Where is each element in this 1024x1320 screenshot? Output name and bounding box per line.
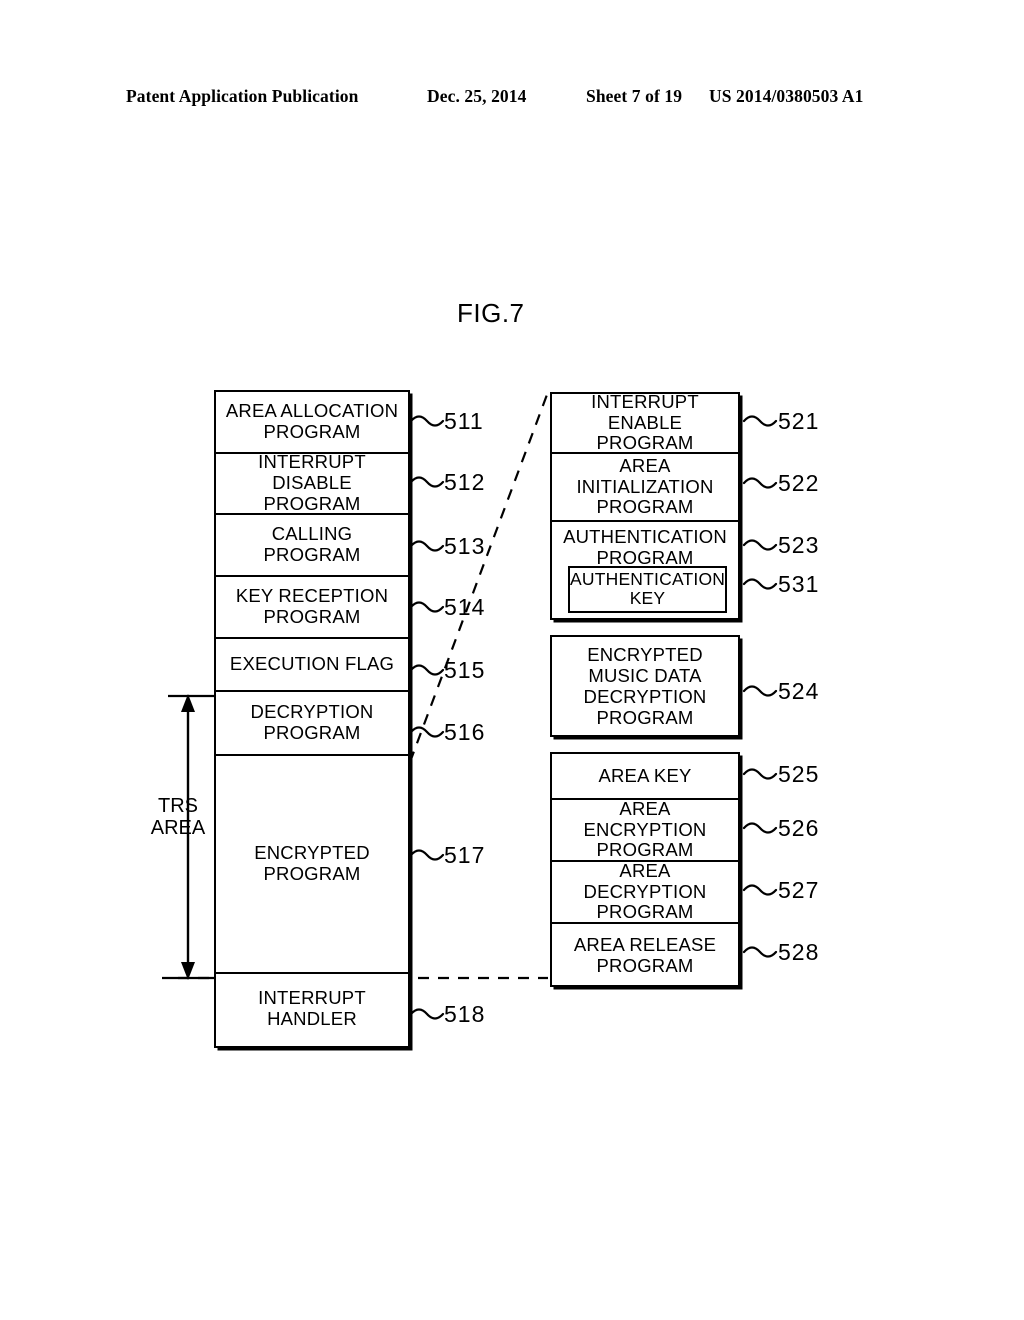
- block-area-release-program: AREA RELEASE PROGRAM: [552, 924, 738, 987]
- block-area-decryption-program: AREA DECRYPTION PROGRAM: [552, 859, 738, 924]
- ref-524: 524: [778, 678, 820, 704]
- block-authentication-program: AUTHENTICATION PROGRAM AUTHENTICATION KE…: [552, 522, 738, 618]
- block-label: ENCRYPTED PROGRAM: [254, 842, 370, 884]
- right-memory-map-group-b: ENCRYPTED MUSIC DATA DECRYPTION PROGRAM: [550, 635, 740, 737]
- block-execution-flag: EXECUTION FLAG: [216, 639, 408, 692]
- ref-514: 514: [444, 594, 486, 620]
- leader-521: [742, 415, 778, 427]
- block-label: AREA ALLOCATION PROGRAM: [225, 400, 399, 442]
- block-label: INTERRUPT ENABLE PROGRAM: [591, 390, 699, 454]
- leader-525: [742, 768, 778, 780]
- block-label: AREA KEY: [598, 764, 692, 786]
- leader-513: [409, 540, 445, 552]
- block-encrypted-program: ENCRYPTED PROGRAM: [216, 756, 408, 974]
- dashed-connector-upper: [408, 391, 550, 763]
- block-label: DECRYPTION PROGRAM: [250, 701, 374, 743]
- block-label: KEY RECEPTION PROGRAM: [235, 585, 389, 627]
- leader-511: [409, 415, 445, 427]
- block-decryption-program: DECRYPTION PROGRAM: [216, 692, 408, 756]
- block-label: AREA DECRYPTION PROGRAM: [583, 859, 707, 923]
- block-label: CALLING PROGRAM: [263, 523, 361, 565]
- block-calling-program: CALLING PROGRAM: [216, 515, 408, 577]
- trs-arrowhead-down: [181, 962, 195, 980]
- leader-528: [742, 946, 778, 958]
- ref-528: 528: [778, 939, 820, 965]
- ref-516: 516: [444, 719, 486, 745]
- ref-527: 527: [778, 877, 820, 903]
- block-interrupt-handler: INTERRUPT HANDLER: [216, 974, 408, 1044]
- block-interrupt-enable-program: INTERRUPT ENABLE PROGRAM: [552, 390, 738, 454]
- leader-527: [742, 884, 778, 896]
- block-key-reception-program: KEY RECEPTION PROGRAM: [216, 577, 408, 639]
- leader-512: [409, 476, 445, 488]
- leader-518: [409, 1008, 445, 1020]
- ref-511: 511: [444, 408, 484, 434]
- leader-516: [409, 726, 445, 738]
- leader-522: [742, 477, 778, 489]
- ref-526: 526: [778, 815, 820, 841]
- block-authentication-key: AUTHENTICATION KEY: [568, 565, 727, 613]
- block-area-key: AREA KEY: [552, 754, 738, 800]
- leader-514: [409, 601, 445, 613]
- ref-522: 522: [778, 470, 820, 496]
- block-interrupt-disable-program: INTERRUPT DISABLE PROGRAM: [216, 451, 408, 515]
- ref-523: 523: [778, 532, 820, 558]
- block-label: INTERRUPT HANDLER: [258, 987, 366, 1029]
- leader-523: [742, 539, 778, 551]
- block-label: ENCRYPTED MUSIC DATA DECRYPTION PROGRAM: [583, 644, 707, 728]
- block-label: AREA RELEASE PROGRAM: [573, 933, 717, 976]
- leader-524: [742, 685, 778, 697]
- leader-531: [742, 578, 778, 590]
- block-label: AREA INITIALIZATION PROGRAM: [576, 454, 714, 518]
- ref-531: 531: [778, 571, 820, 597]
- trs-arrowhead-up: [181, 694, 195, 712]
- ref-512: 512: [444, 469, 486, 495]
- block-label: AREA ENCRYPTION PROGRAM: [583, 797, 707, 861]
- ref-525: 525: [778, 761, 820, 787]
- figure-diagram: TRS AREA AREA ALLOCATION PROGRAM INTERRU…: [0, 0, 1024, 1320]
- block-area-initialization-program: AREA INITIALIZATION PROGRAM: [552, 454, 738, 522]
- block-label: INTERRUPT DISABLE PROGRAM: [258, 451, 366, 514]
- ref-515: 515: [444, 657, 486, 683]
- leader-526: [742, 822, 778, 834]
- block-area-encryption-program: AREA ENCRYPTION PROGRAM: [552, 797, 738, 862]
- connector-overlay: [162, 391, 778, 1020]
- ref-518: 518: [444, 1001, 486, 1027]
- right-memory-map-group-c: AREA KEY AREA ENCRYPTION PROGRAM AREA DE…: [550, 752, 740, 987]
- leader-517: [409, 849, 445, 861]
- block-label: EXECUTION FLAG: [229, 653, 395, 675]
- right-memory-map-group-a: INTERRUPT ENABLE PROGRAM AREA INITIALIZA…: [550, 390, 740, 620]
- trs-area-label: TRS AREA: [150, 795, 206, 840]
- block-encrypted-music-data-decryption-program: ENCRYPTED MUSIC DATA DECRYPTION PROGRAM: [552, 637, 738, 737]
- ref-513: 513: [444, 533, 486, 559]
- block-label: AUTHENTICATION PROGRAM: [563, 526, 727, 568]
- block-area-allocation-program: AREA ALLOCATION PROGRAM: [216, 392, 408, 454]
- leader-515: [409, 664, 445, 676]
- ref-517: 517: [444, 842, 486, 868]
- left-memory-map: AREA ALLOCATION PROGRAM INTERRUPT DISABL…: [214, 390, 410, 1048]
- ref-521: 521: [778, 408, 820, 434]
